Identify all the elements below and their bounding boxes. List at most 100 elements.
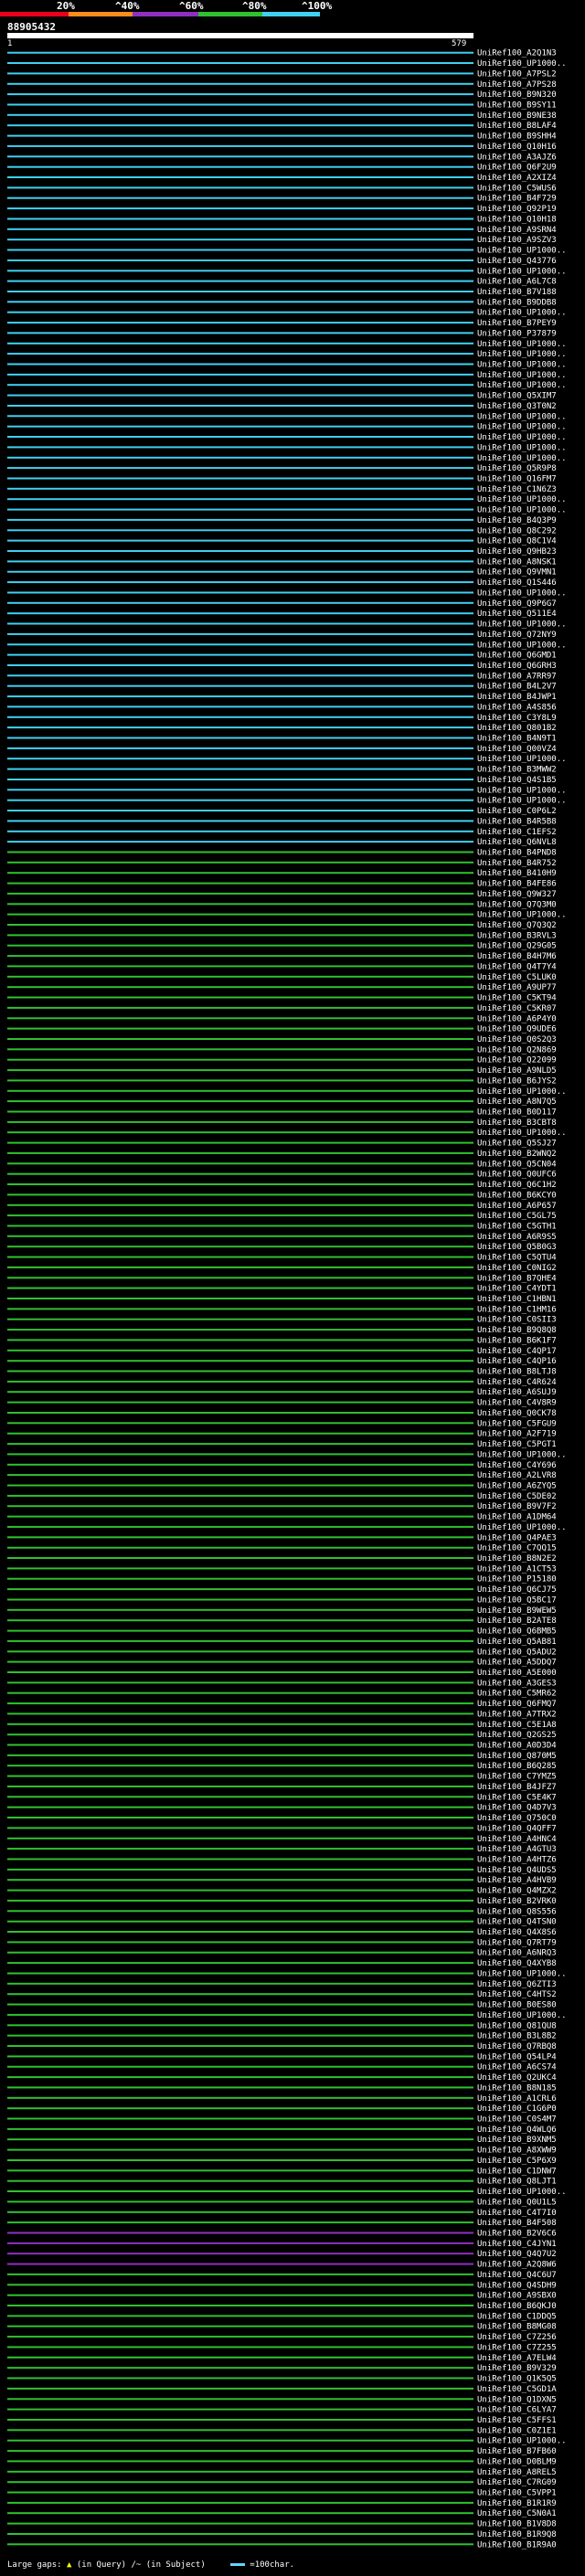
- hit-name[interactable]: UniRef100_B4N9T1: [477, 735, 557, 744]
- hit-name[interactable]: UniRef100_UP1000..: [477, 2188, 567, 2197]
- hit-line[interactable]: [7, 1806, 473, 1808]
- hit-name[interactable]: UniRef100_A7PSL2: [477, 69, 557, 79]
- hit-line[interactable]: [7, 851, 473, 853]
- hit-name[interactable]: UniRef100_UP1000..: [477, 443, 567, 452]
- hit-line[interactable]: [7, 1629, 473, 1632]
- hit-name[interactable]: UniRef100_Q9UDE6: [477, 1025, 557, 1034]
- hit-name[interactable]: UniRef100_B410H9: [477, 869, 557, 878]
- hit-name[interactable]: UniRef100_UP1000..: [477, 423, 567, 432]
- hit-line[interactable]: [7, 1889, 473, 1892]
- hit-line[interactable]: [7, 2190, 473, 2192]
- hit-line[interactable]: [7, 1349, 473, 1352]
- hit-line[interactable]: [7, 1858, 473, 1860]
- hit-name[interactable]: UniRef100_B7QHE4: [477, 1274, 557, 1283]
- hit-line[interactable]: [7, 82, 473, 85]
- hit-line[interactable]: [7, 2533, 473, 2535]
- hit-name[interactable]: UniRef100_C5QTU4: [477, 1254, 557, 1263]
- hit-name[interactable]: UniRef100_Q43776: [477, 257, 557, 266]
- hit-line[interactable]: [7, 653, 473, 656]
- hit-name[interactable]: UniRef100_Q5BC17: [477, 1596, 557, 1606]
- hit-line[interactable]: [7, 165, 473, 168]
- hit-name[interactable]: UniRef100_B6K1F7: [477, 1336, 557, 1345]
- hit-name[interactable]: UniRef100_Q9VMN1: [477, 568, 557, 578]
- hit-line[interactable]: [7, 913, 473, 916]
- hit-name[interactable]: UniRef100_A2LVR8: [477, 1471, 557, 1480]
- hit-name[interactable]: UniRef100_Q7RT79: [477, 1938, 557, 1947]
- hit-name[interactable]: UniRef100_B6Q285: [477, 1762, 557, 1771]
- hit-line[interactable]: [7, 1453, 473, 1456]
- hit-line[interactable]: [7, 1660, 473, 1663]
- hit-line[interactable]: [7, 2481, 473, 2484]
- hit-name[interactable]: UniRef100_B9SHH4: [477, 133, 557, 142]
- hit-line[interactable]: [7, 155, 473, 158]
- hit-name[interactable]: UniRef100_A6P4Y0: [477, 1014, 557, 1023]
- hit-line[interactable]: [7, 861, 473, 864]
- hit-line[interactable]: [7, 2450, 473, 2453]
- hit-line[interactable]: [7, 2543, 473, 2546]
- hit-line[interactable]: [7, 1639, 473, 1642]
- hit-name[interactable]: UniRef100_Q4T7Y4: [477, 962, 557, 971]
- hit-line[interactable]: [7, 217, 473, 220]
- hit-line[interactable]: [7, 975, 473, 978]
- hit-line[interactable]: [7, 1432, 473, 1435]
- hit-name[interactable]: UniRef100_A9SBX0: [477, 2292, 557, 2301]
- hit-line[interactable]: [7, 934, 473, 937]
- hit-name[interactable]: UniRef100_B9SY11: [477, 101, 557, 111]
- hit-name[interactable]: UniRef100_Q54LP4: [477, 2052, 557, 2062]
- hit-line[interactable]: [7, 280, 473, 282]
- hit-line[interactable]: [7, 1910, 473, 1913]
- hit-line[interactable]: [7, 2460, 473, 2463]
- hit-name[interactable]: UniRef100_B4R752: [477, 859, 557, 868]
- hit-name[interactable]: UniRef100_B9DDB8: [477, 298, 557, 307]
- hit-name[interactable]: UniRef100_Q6C1H2: [477, 1181, 557, 1190]
- hit-name[interactable]: UniRef100_UP1000..: [477, 309, 567, 318]
- hit-name[interactable]: UniRef100_UP1000..: [477, 786, 567, 795]
- hit-line[interactable]: [7, 2346, 473, 2348]
- hit-line[interactable]: [7, 539, 473, 542]
- hit-name[interactable]: UniRef100_C1N6Z3: [477, 485, 557, 494]
- hit-line[interactable]: [7, 1131, 473, 1134]
- hit-line[interactable]: [7, 1141, 473, 1144]
- hit-name[interactable]: UniRef100_C7Z255: [477, 2344, 557, 2353]
- hit-name[interactable]: UniRef100_Q0U1L5: [477, 2198, 557, 2207]
- hit-name[interactable]: UniRef100_Q1DXN5: [477, 2395, 557, 2404]
- hit-line[interactable]: [7, 1224, 473, 1227]
- hit-line[interactable]: [7, 322, 473, 324]
- hit-line[interactable]: [7, 2336, 473, 2338]
- hit-name[interactable]: UniRef100_Q4UDS5: [477, 1866, 557, 1875]
- hit-name[interactable]: UniRef100_Q6GRH3: [477, 662, 557, 671]
- hit-name[interactable]: UniRef100_UP1000..: [477, 2437, 567, 2446]
- hit-line[interactable]: [7, 415, 473, 418]
- hit-name[interactable]: UniRef100_Q2GS25: [477, 1731, 557, 1740]
- hit-line[interactable]: [7, 62, 473, 64]
- hit-line[interactable]: [7, 1183, 473, 1185]
- hit-line[interactable]: [7, 2305, 473, 2306]
- hit-name[interactable]: UniRef100_C5GD1A: [477, 2385, 557, 2394]
- hit-name[interactable]: UniRef100_B4F729: [477, 195, 557, 204]
- hit-name[interactable]: UniRef100_A2Q1N3: [477, 49, 557, 58]
- hit-name[interactable]: UniRef100_Q4WLQ6: [477, 2125, 557, 2135]
- hit-line[interactable]: [7, 820, 473, 822]
- hit-line[interactable]: [7, 581, 473, 584]
- hit-name[interactable]: UniRef100_Q92P19: [477, 205, 557, 214]
- hit-line[interactable]: [7, 1203, 473, 1206]
- hit-line[interactable]: [7, 186, 473, 189]
- hit-line[interactable]: [7, 1474, 473, 1477]
- hit-name[interactable]: UniRef100_A7ELW4: [477, 2354, 557, 2363]
- hit-name[interactable]: UniRef100_B9N320: [477, 90, 557, 100]
- hit-name[interactable]: UniRef100_UP1000..: [477, 361, 567, 370]
- hit-name[interactable]: UniRef100_B7V188: [477, 288, 557, 297]
- hit-line[interactable]: [7, 1339, 473, 1341]
- hit-name[interactable]: UniRef100_A4HVB9: [477, 1876, 557, 1885]
- hit-line[interactable]: [7, 1536, 473, 1539]
- hit-name[interactable]: UniRef100_A4HNC4: [477, 1835, 557, 1844]
- hit-line[interactable]: [7, 1691, 473, 1694]
- hit-name[interactable]: UniRef100_B7FB60: [477, 2447, 557, 2456]
- hit-line[interactable]: [7, 1110, 473, 1113]
- hit-name[interactable]: UniRef100_Q9W327: [477, 890, 557, 899]
- hit-name[interactable]: UniRef100_C5FFS1: [477, 2416, 557, 2425]
- hit-line[interactable]: [7, 1775, 473, 1777]
- hit-name[interactable]: UniRef100_UP1000..: [477, 911, 567, 920]
- hit-line[interactable]: [7, 498, 473, 501]
- hit-name[interactable]: UniRef100_UP1000..: [477, 433, 567, 442]
